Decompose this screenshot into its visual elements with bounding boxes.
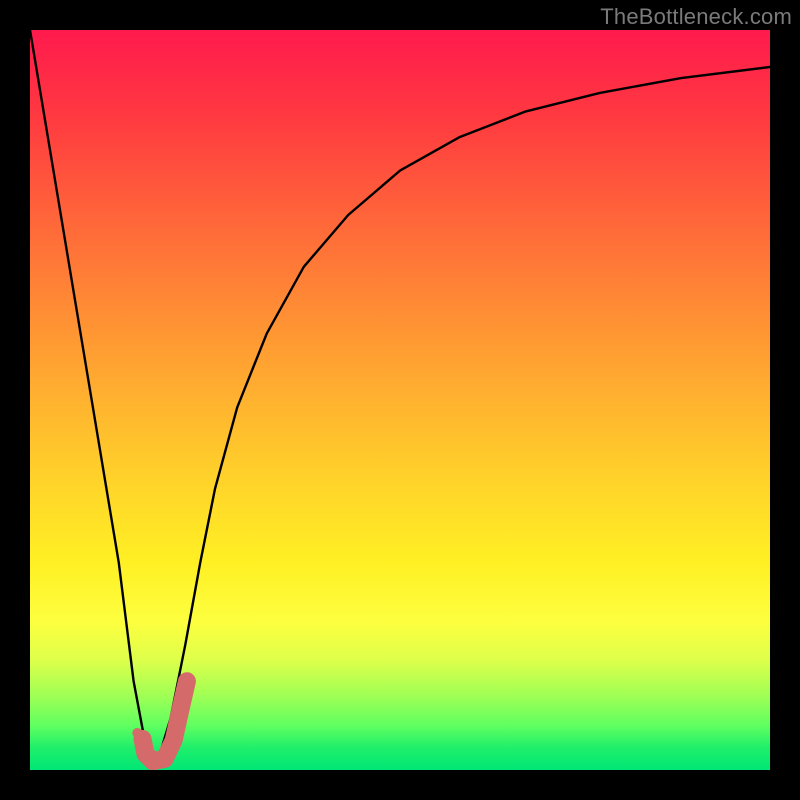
j-hook-segment: [143, 681, 187, 761]
bottleneck-curve: [30, 30, 770, 763]
chart-svg-layer: [30, 30, 770, 770]
watermark-text: TheBottleneck.com: [600, 4, 792, 30]
chart-plot-area: [30, 30, 770, 770]
chart-frame: TheBottleneck.com: [0, 0, 800, 800]
dip-marker: [132, 728, 142, 738]
